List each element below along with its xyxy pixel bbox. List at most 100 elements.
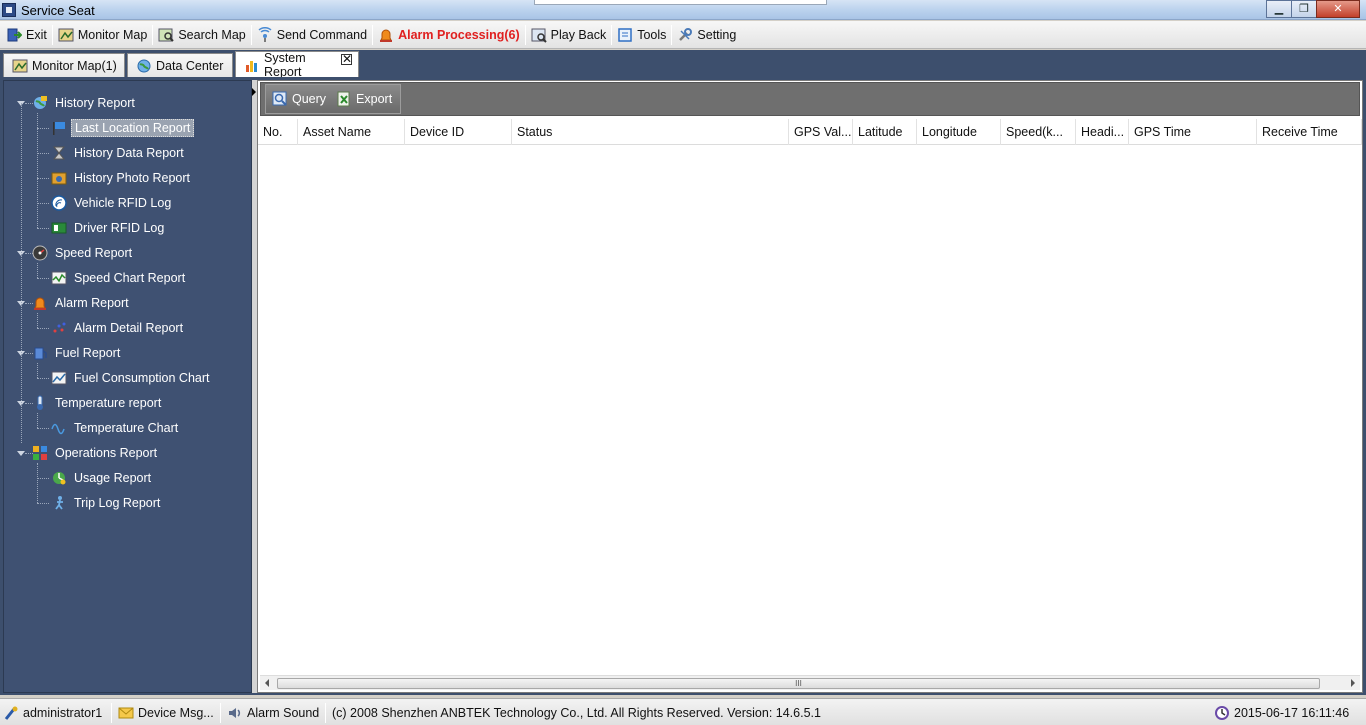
setting-button[interactable]: Setting: [674, 23, 739, 47]
maximize-button[interactable]: ❐: [1291, 0, 1317, 18]
tree-item-history-photo-report[interactable]: History Photo Report: [51, 168, 193, 188]
tree-group-temperature-report[interactable]: Temperature report: [32, 393, 164, 413]
query-label: Query: [292, 92, 327, 106]
minimize-button[interactable]: ▁: [1266, 0, 1292, 18]
alarm-processing-button[interactable]: Alarm Processing(6): [375, 23, 523, 47]
toolbar-divider: [152, 24, 154, 45]
play-back-button[interactable]: Play Back: [528, 23, 610, 47]
tree-item-usage-report[interactable]: Usage Report: [51, 468, 154, 488]
column-header-headi[interactable]: Headi...: [1076, 119, 1129, 145]
tree-item-temperature-chart[interactable]: Temperature Chart: [51, 418, 181, 438]
tree-group-operations-report[interactable]: Operations Report: [32, 443, 160, 463]
alarm-light-icon: [32, 295, 48, 311]
tree-item-label: Usage Report: [74, 471, 152, 485]
column-header-device-id[interactable]: Device ID: [405, 119, 512, 145]
alarm-processing-label: Alarm Processing(6): [398, 27, 520, 42]
alarm-sound-toggle[interactable]: Alarm Sound: [227, 703, 319, 723]
tree-item-label: Speed Chart Report: [74, 271, 186, 285]
tree-item-fuel-consumption-chart[interactable]: Fuel Consumption Chart: [51, 368, 212, 388]
monitor-map-icon: [58, 27, 74, 43]
tools-icon: [617, 27, 633, 43]
tree-item-label: Fuel Consumption Chart: [74, 371, 210, 385]
send-command-label: Send Command: [276, 27, 368, 42]
tree-expander-icon[interactable]: [17, 451, 25, 456]
column-header-no[interactable]: No.: [258, 119, 298, 145]
tree-group-label: Fuel Report: [55, 346, 121, 360]
status-divider: [111, 703, 112, 723]
column-header-status[interactable]: Status: [512, 119, 789, 145]
history-report-icon: [32, 95, 48, 111]
column-header-longitude[interactable]: Longitude: [917, 119, 1001, 145]
title-bar: Service Seat ▁ ❐ ✕: [0, 0, 1366, 20]
copyright-label: (c) 2008 Shenzhen ANBTEK Technology Co.,…: [332, 706, 821, 720]
envelope-icon: [118, 705, 134, 721]
clock: 2015-06-17 16:11:46: [1214, 703, 1349, 723]
tree-item-label: Alarm Detail Report: [74, 321, 184, 335]
horizontal-scrollbar[interactable]: III: [260, 675, 1360, 690]
export-button[interactable]: Export: [336, 91, 392, 107]
tree-group-alarm-report[interactable]: Alarm Report: [32, 293, 132, 313]
tab-monitor-map[interactable]: Monitor Map(1): [3, 53, 125, 77]
query-button[interactable]: Query: [272, 91, 326, 107]
status-divider: [325, 703, 326, 723]
scroll-thumb[interactable]: III: [277, 678, 1320, 689]
tree-group-label: Speed Report: [55, 246, 133, 260]
status-bar: administrator1 Device Msg... Alarm Sound…: [0, 698, 1366, 725]
monitor-map-button[interactable]: Monitor Map: [55, 23, 150, 47]
tab-data-center[interactable]: Data Center: [127, 53, 233, 77]
tools-button[interactable]: Tools: [614, 23, 669, 47]
tree-group-label: History Report: [55, 96, 135, 110]
column-header-receive-time[interactable]: Receive Time: [1257, 119, 1362, 145]
tree-connector: [37, 328, 49, 329]
tree-item-alarm-detail-report[interactable]: Alarm Detail Report: [51, 318, 186, 338]
tree-connector: [37, 263, 38, 278]
scroll-left-icon[interactable]: [265, 679, 269, 687]
tab-strip: Monitor Map(1) Data Center System Report…: [0, 50, 1366, 79]
column-header-gps-val[interactable]: GPS Val...: [789, 119, 853, 145]
flag-icon: [51, 120, 67, 136]
tree-connector: [37, 278, 49, 279]
tree-item-label: Vehicle RFID Log: [74, 196, 172, 210]
tab-system-report[interactable]: System Report ✕: [235, 51, 359, 79]
tree-item-speed-chart-report[interactable]: Speed Chart Report: [51, 268, 188, 288]
toolbar-divider: [524, 24, 526, 45]
hourglass-icon: [51, 145, 67, 161]
tree-connector: [37, 463, 38, 503]
device-msg-button[interactable]: Device Msg...: [118, 703, 214, 723]
exit-icon: [6, 27, 23, 43]
tab-close-icon[interactable]: ✕: [341, 53, 352, 65]
setting-label: Setting: [697, 27, 737, 42]
tree-item-label: Driver RFID Log: [74, 221, 165, 235]
main-frame: History Report Last Location Report Histor…: [0, 77, 1366, 695]
operations-icon: [32, 445, 48, 461]
send-command-button[interactable]: Send Command: [254, 23, 370, 47]
send-command-icon: [257, 26, 273, 43]
exit-button[interactable]: Exit: [3, 23, 50, 47]
column-header-speed-k[interactable]: Speed(k...: [1001, 119, 1076, 145]
tree-item-trip-log-report[interactable]: Trip Log Report: [51, 493, 163, 513]
tree-group-speed-report[interactable]: Speed Report: [32, 243, 135, 263]
tree-group-history-report[interactable]: History Report: [32, 93, 138, 113]
search-map-button[interactable]: Search Map: [155, 23, 248, 47]
alarm-sound-label: Alarm Sound: [247, 706, 320, 720]
tree-item-last-location-report[interactable]: Last Location Report: [51, 118, 195, 138]
scroll-right-icon[interactable]: [1351, 679, 1355, 687]
export-label: Export: [356, 92, 393, 106]
tree-item-history-data-report[interactable]: History Data Report: [51, 143, 187, 163]
tree-connector: [37, 478, 49, 479]
column-header-gps-time[interactable]: GPS Time: [1129, 119, 1257, 145]
tree-connector: [37, 228, 49, 229]
tree-item-vehicle-rfid-log[interactable]: Vehicle RFID Log: [51, 193, 174, 213]
column-header-asset-name[interactable]: Asset Name: [298, 119, 405, 145]
tree-item-driver-rfid-log[interactable]: Driver RFID Log: [51, 218, 167, 238]
minimize-icon: ▁: [1274, 3, 1284, 15]
tree-group-fuel-report[interactable]: Fuel Report: [32, 343, 123, 363]
tree-connector: [37, 128, 49, 129]
column-header-latitude[interactable]: Latitude: [853, 119, 917, 145]
rfid-icon: [51, 195, 67, 211]
toolbar-divider: [250, 24, 252, 45]
collapse-arrow-icon[interactable]: [252, 88, 256, 96]
close-button[interactable]: ✕: [1316, 0, 1360, 18]
copyright-text: (c) 2008 Shenzhen ANBTEK Technology Co.,…: [332, 703, 821, 723]
driver-card-icon: [51, 220, 67, 236]
